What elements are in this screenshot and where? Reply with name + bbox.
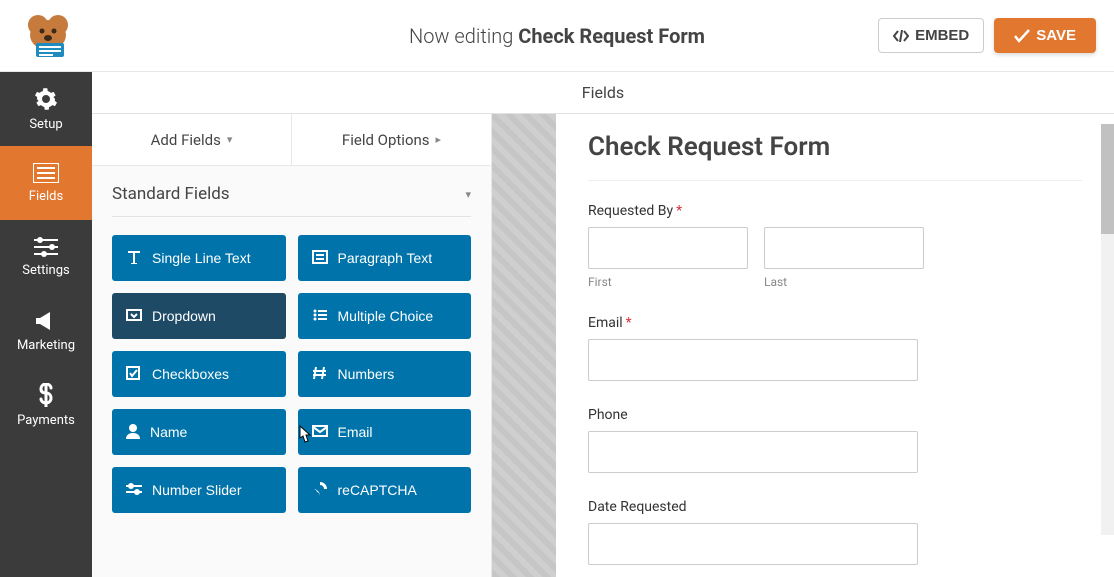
- label-email: Email*: [588, 315, 1082, 331]
- field-type-label: Checkboxes: [152, 366, 229, 382]
- scroll-thumb[interactable]: [1101, 124, 1114, 234]
- drop-gutter: [492, 114, 556, 577]
- field-type-name[interactable]: Name: [112, 409, 286, 455]
- save-label: SAVE: [1036, 27, 1076, 44]
- paragraph-icon: [312, 250, 328, 267]
- sidenav-label: Fields: [29, 189, 63, 204]
- title-prefix: Now editing: [409, 24, 518, 48]
- scrollbar[interactable]: [1101, 124, 1114, 535]
- list-icon: [33, 163, 59, 183]
- field-phone[interactable]: Phone: [588, 407, 1082, 473]
- list-icon: [312, 308, 328, 325]
- slider-icon: [126, 482, 142, 499]
- input-last-name[interactable]: [764, 227, 924, 269]
- sidenav-label: Setup: [29, 117, 62, 132]
- field-type-paragraph-text[interactable]: Paragraph Text: [298, 235, 472, 281]
- sidenav-label: Settings: [22, 263, 69, 278]
- field-type-single-line-text[interactable]: Single Line Text: [112, 235, 286, 281]
- top-actions: EMBED SAVE: [878, 18, 1096, 53]
- sidenav-item-payments[interactable]: Payments: [0, 368, 92, 442]
- side-nav: Setup Fields Settings Marketing Payments: [0, 72, 92, 577]
- dollar-icon: [38, 383, 54, 407]
- input-email[interactable]: [588, 339, 918, 381]
- field-type-dropdown[interactable]: Dropdown: [112, 293, 286, 339]
- save-button[interactable]: SAVE: [994, 18, 1096, 53]
- embed-button[interactable]: EMBED: [878, 18, 984, 53]
- field-type-label: Dropdown: [152, 308, 216, 324]
- field-type-label: Name: [150, 424, 187, 440]
- sidenav-item-settings[interactable]: Settings: [0, 220, 92, 294]
- field-date-requested[interactable]: Date Requested: [588, 499, 1082, 565]
- check-icon: [126, 366, 142, 383]
- field-type-checkboxes[interactable]: Checkboxes: [112, 351, 286, 397]
- check-icon: [1014, 29, 1030, 43]
- field-type-recaptcha[interactable]: reCAPTCHA: [298, 467, 472, 513]
- field-requested-by[interactable]: Requested By* First Last: [588, 203, 1082, 289]
- label-phone: Phone: [588, 407, 1082, 423]
- field-type-label: Single Line Text: [152, 250, 251, 266]
- field-type-numbers[interactable]: Numbers: [298, 351, 472, 397]
- sublabel-first: First: [588, 275, 748, 289]
- title-form-name: Check Request Form: [518, 24, 705, 48]
- tab-field-options[interactable]: Field Options ▸: [292, 114, 491, 165]
- sliders-icon: [34, 237, 58, 257]
- sidenav-label: Payments: [17, 413, 75, 428]
- fields-header: Fields: [92, 72, 1114, 114]
- chevron-right-icon: ▸: [436, 133, 442, 146]
- form-title: Check Request Form: [588, 132, 1082, 162]
- embed-label: EMBED: [915, 27, 969, 44]
- user-icon: [126, 423, 140, 442]
- recaptcha-icon: [312, 481, 328, 500]
- field-type-label: reCAPTCHA: [338, 482, 417, 498]
- label-date-requested: Date Requested: [588, 499, 1082, 515]
- field-type-label: Multiple Choice: [338, 308, 434, 324]
- field-type-label: Numbers: [338, 366, 395, 382]
- page-title: Now editing Check Request Form: [409, 24, 705, 48]
- input-first-name[interactable]: [588, 227, 748, 269]
- sidenav-item-fields[interactable]: Fields: [0, 146, 92, 220]
- text-icon: [126, 250, 142, 267]
- chevron-down-icon: ▾: [227, 133, 233, 146]
- sidenav-label: Marketing: [17, 338, 75, 353]
- section-title: Standard Fields: [112, 184, 230, 204]
- bullhorn-icon: [34, 310, 58, 332]
- tab-add-fields[interactable]: Add Fields ▾: [92, 114, 292, 165]
- field-type-number-slider[interactable]: Number Slider: [112, 467, 286, 513]
- input-phone[interactable]: [588, 431, 918, 473]
- field-email[interactable]: Email*: [588, 315, 1082, 381]
- input-date-requested[interactable]: [588, 523, 918, 565]
- field-type-label: Number Slider: [152, 482, 241, 498]
- top-bar: Now editing Check Request Form EMBED SAV…: [0, 0, 1114, 72]
- mail-icon: [312, 424, 328, 440]
- logo: [18, 13, 74, 59]
- tab-label: Add Fields: [151, 131, 221, 149]
- field-type-label: Email: [338, 424, 373, 440]
- field-type-email[interactable]: Email: [298, 409, 472, 455]
- sublabel-last: Last: [764, 275, 924, 289]
- hash-icon: [312, 366, 328, 383]
- chevron-down-icon: ▾: [465, 188, 471, 201]
- field-type-label: Paragraph Text: [338, 250, 433, 266]
- left-panel: Add Fields ▾ Field Options ▸ Standard Fi…: [92, 114, 492, 577]
- dropdown-icon: [126, 308, 142, 325]
- sidenav-item-marketing[interactable]: Marketing: [0, 294, 92, 368]
- tabs: Add Fields ▾ Field Options ▸: [92, 114, 491, 166]
- tab-label: Field Options: [342, 131, 430, 149]
- gear-icon: [34, 87, 58, 111]
- form-preview: Check Request Form Requested By* First L…: [556, 114, 1114, 577]
- label-requested-by: Requested By*: [588, 203, 1082, 219]
- field-grid: Single Line Text Paragraph Text Dropdown Mu…: [112, 235, 471, 513]
- section-standard-fields[interactable]: Standard Fields ▾: [112, 184, 471, 217]
- sidenav-item-setup[interactable]: Setup: [0, 72, 92, 146]
- code-icon: [893, 29, 909, 43]
- divider: [588, 180, 1082, 181]
- field-type-multiple-choice[interactable]: Multiple Choice: [298, 293, 472, 339]
